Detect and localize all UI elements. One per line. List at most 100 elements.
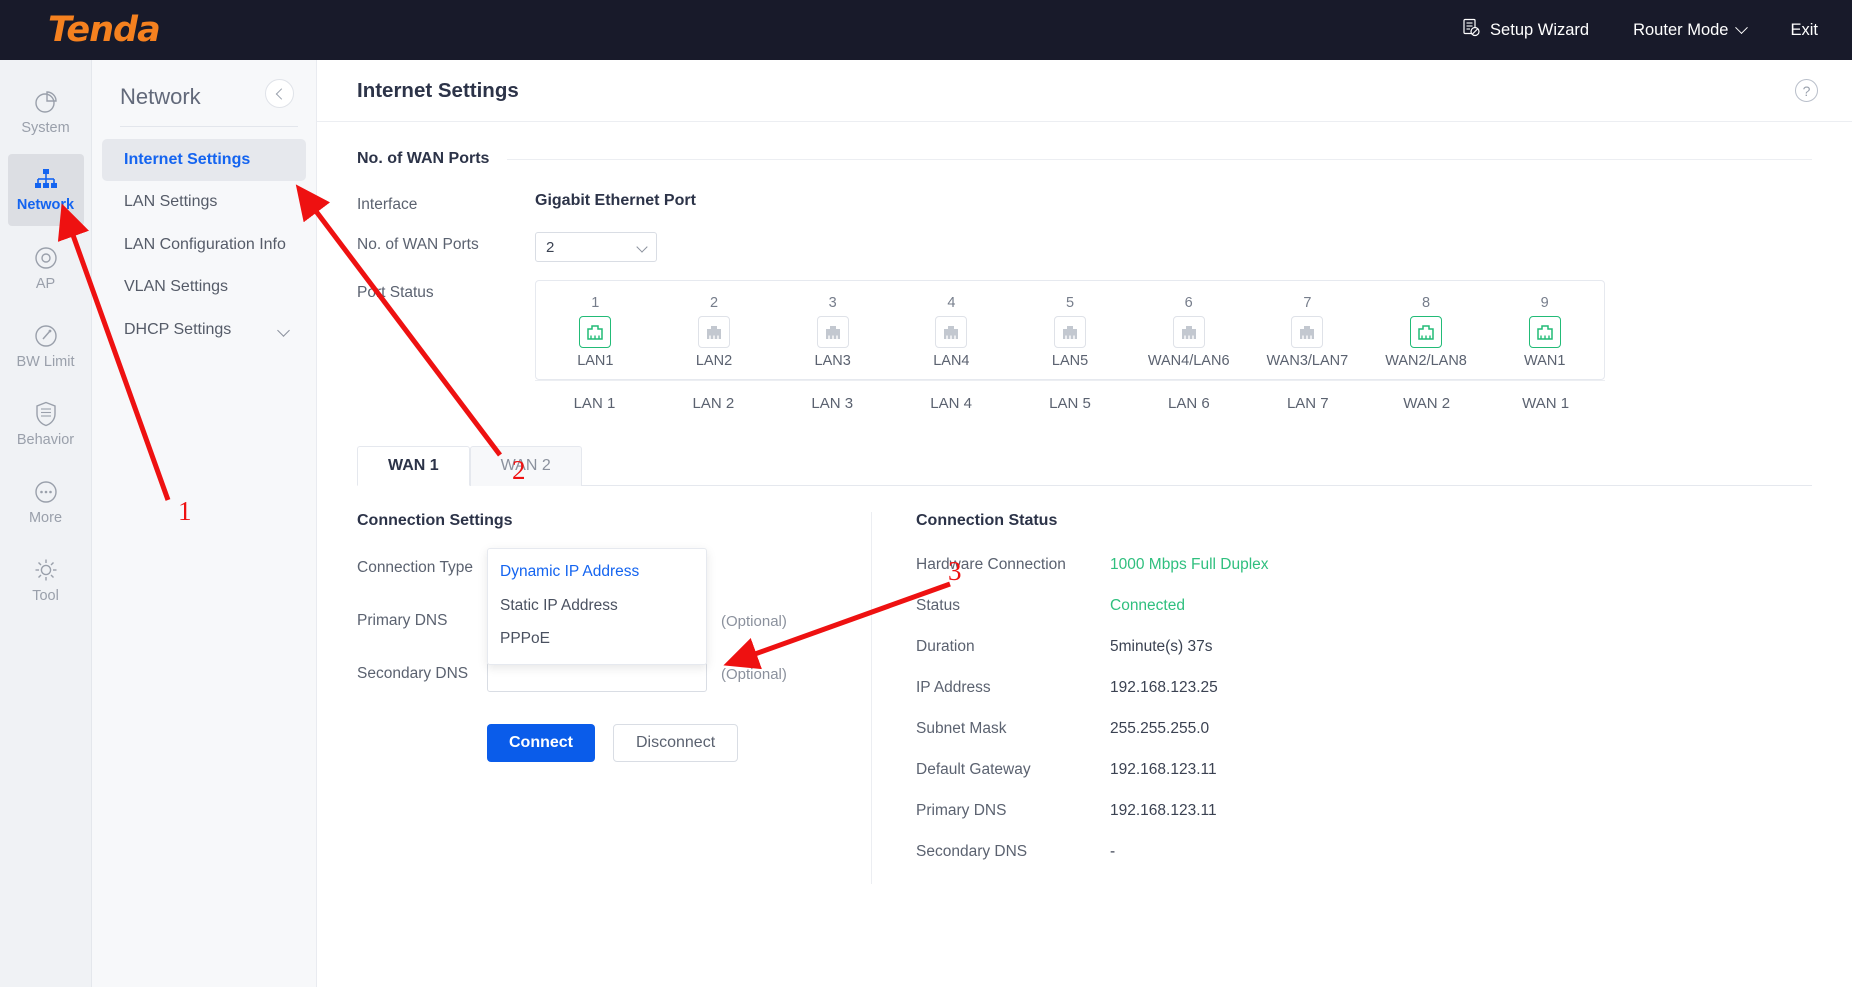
port-number: 2 bbox=[710, 295, 718, 311]
primary-dns-hint: (Optional) bbox=[721, 609, 787, 630]
wan-port-count-select[interactable]: 2 bbox=[535, 232, 657, 262]
subnav-label-internet-settings: Internet Settings bbox=[124, 151, 250, 168]
connection-type-dropdown-menu[interactable]: Dynamic IP Address Static IP Address PPP… bbox=[487, 548, 707, 665]
port-column[interactable]: 8 WAN2/LAN8 bbox=[1367, 295, 1486, 369]
port-column[interactable]: 5 LAN5 bbox=[1011, 295, 1130, 369]
port-number: 3 bbox=[829, 295, 837, 311]
port-status-label: Port Status bbox=[357, 280, 535, 302]
secondary-dns-hint: (Optional) bbox=[721, 662, 787, 683]
dropdown-option-static-ip[interactable]: Static IP Address bbox=[488, 589, 706, 623]
secondary-dns-input[interactable] bbox=[487, 662, 707, 692]
sidebar-label-bw-ap: AP bbox=[36, 276, 55, 292]
sidebar-label-more: More bbox=[29, 510, 62, 526]
port-role: LAN 4 bbox=[892, 381, 1011, 412]
status-label: Primary DNS bbox=[916, 802, 1110, 820]
annotation-marker-2: 2 bbox=[512, 455, 526, 486]
port-number: 8 bbox=[1422, 295, 1430, 311]
port-column[interactable]: 4 LAN4 bbox=[892, 295, 1011, 369]
sidebar-label-system: System bbox=[21, 120, 69, 136]
wan-detail-area: Connection Settings Connection Type Dyna… bbox=[357, 512, 1812, 884]
tab-wan-2-label: WAN 2 bbox=[501, 457, 551, 474]
status-label: Status bbox=[916, 597, 1110, 615]
port-column[interactable]: 2 LAN2 bbox=[655, 295, 774, 369]
port-role-footer: LAN 1 LAN 2 LAN 3 LAN 4 LAN 5 LAN 6 LAN … bbox=[535, 380, 1605, 412]
subnav-item-vlan-settings[interactable]: VLAN Settings bbox=[102, 266, 306, 308]
sidebar-item-behavior[interactable]: Behavior bbox=[8, 388, 84, 460]
sidebar-item-system[interactable]: System bbox=[8, 76, 84, 148]
router-mode-dropdown[interactable]: Router Mode bbox=[1633, 21, 1746, 40]
rj45-jack-icon bbox=[935, 316, 967, 348]
help-icon[interactable]: ? bbox=[1795, 79, 1818, 102]
status-label: Hardware Connection bbox=[916, 556, 1110, 574]
tab-wan-1[interactable]: WAN 1 bbox=[357, 446, 470, 486]
dropdown-option-pppoe[interactable]: PPPoE bbox=[488, 622, 706, 656]
status-row-status: Status Connected bbox=[916, 597, 1269, 615]
status-row-subnet-mask: Subnet Mask 255.255.255.0 bbox=[916, 720, 1269, 738]
rj45-jack-icon bbox=[1291, 316, 1323, 348]
port-column[interactable]: 9 WAN1 bbox=[1485, 295, 1604, 369]
subnav-item-lan-settings[interactable]: LAN Settings bbox=[102, 181, 306, 223]
wan-port-count-row: No. of WAN Ports 2 bbox=[357, 232, 1812, 262]
setup-wizard-label: Setup Wizard bbox=[1490, 21, 1589, 40]
port-number: 4 bbox=[947, 295, 955, 311]
port-role: LAN 1 bbox=[535, 381, 654, 412]
port-column[interactable]: 6 WAN4/LAN6 bbox=[1129, 295, 1248, 369]
exit-button[interactable]: Exit bbox=[1790, 21, 1818, 40]
wan-port-count-value: 2 bbox=[546, 239, 554, 256]
port-number: 6 bbox=[1185, 295, 1193, 311]
status-label: Duration bbox=[916, 638, 1110, 656]
status-row-duration: Duration 5minute(s) 37s bbox=[916, 638, 1269, 656]
sidebar-item-ap[interactable]: AP bbox=[8, 232, 84, 304]
shield-icon bbox=[34, 401, 58, 427]
disconnect-button[interactable]: Disconnect bbox=[613, 724, 738, 762]
status-value: 192.168.123.25 bbox=[1110, 679, 1218, 697]
connection-buttons: Connect Disconnect bbox=[487, 724, 857, 762]
subnav-label-vlan-settings: VLAN Settings bbox=[124, 278, 228, 295]
port-status-row: Port Status 1 LAN1 2 bbox=[357, 280, 1812, 412]
router-mode-label: Router Mode bbox=[1633, 21, 1728, 40]
status-value: - bbox=[1110, 843, 1115, 861]
port-label: LAN5 bbox=[1052, 353, 1088, 369]
status-label: IP Address bbox=[916, 679, 1110, 697]
port-column[interactable]: 7 WAN3/LAN7 bbox=[1248, 295, 1367, 369]
sidebar-label-tool: Tool bbox=[32, 588, 59, 604]
port-number: 1 bbox=[591, 295, 599, 311]
secondary-dns-row: Secondary DNS (Optional) bbox=[357, 662, 857, 692]
rj45-jack-icon bbox=[1410, 316, 1442, 348]
subnav-item-dhcp-settings[interactable]: DHCP Settings bbox=[102, 309, 306, 351]
rj45-jack-icon bbox=[1173, 316, 1205, 348]
sidebar-label-network: Network bbox=[17, 197, 74, 213]
rj45-jack-icon bbox=[698, 316, 730, 348]
access-point-icon bbox=[33, 245, 59, 271]
annotation-marker-1: 1 bbox=[178, 496, 192, 527]
port-column[interactable]: 1 LAN1 bbox=[536, 295, 655, 369]
setup-wizard-button[interactable]: Setup Wizard bbox=[1462, 18, 1589, 42]
chevron-down-icon bbox=[1736, 21, 1749, 34]
status-row-hardware-connection: Hardware Connection 1000 Mbps Full Duple… bbox=[916, 556, 1269, 574]
status-badge: Connected bbox=[1110, 597, 1185, 615]
gear-icon bbox=[33, 557, 59, 583]
primary-icon-sidebar: System Network bbox=[0, 60, 92, 987]
sidebar-item-tool[interactable]: Tool bbox=[8, 544, 84, 616]
port-status-wrap: 1 LAN1 2 LAN2 bbox=[535, 280, 1605, 412]
sidebar-item-more[interactable]: More bbox=[8, 466, 84, 538]
tab-wan-1-label: WAN 1 bbox=[388, 457, 439, 474]
port-label: LAN1 bbox=[577, 353, 613, 369]
sidebar-item-bw-limit[interactable]: BW Limit bbox=[8, 310, 84, 382]
pie-chart-icon bbox=[33, 89, 59, 115]
subnav-item-internet-settings[interactable]: Internet Settings bbox=[102, 139, 306, 181]
connection-settings-heading: Connection Settings bbox=[357, 512, 857, 530]
port-label: LAN3 bbox=[815, 353, 851, 369]
connect-button[interactable]: Connect bbox=[487, 724, 595, 762]
dropdown-option-dynamic-ip[interactable]: Dynamic IP Address bbox=[488, 555, 706, 589]
port-column[interactable]: 3 LAN3 bbox=[773, 295, 892, 369]
sidebar-item-network[interactable]: Network bbox=[8, 154, 84, 226]
subnav-item-lan-configuration-info[interactable]: LAN Configuration Info bbox=[102, 224, 306, 266]
status-row-ip-address: IP Address 192.168.123.25 bbox=[916, 679, 1269, 697]
collapse-sidebar-button[interactable] bbox=[265, 79, 294, 108]
tab-wan-2[interactable]: WAN 2 bbox=[470, 446, 582, 486]
top-header-bar: Tenda Setup Wizard Router Mode bbox=[0, 0, 1852, 60]
port-status-panel: 1 LAN1 2 LAN2 bbox=[535, 280, 1605, 380]
port-role: LAN 7 bbox=[1248, 381, 1367, 412]
secondary-nav-panel: Network Internet Settings LAN Settings L… bbox=[92, 60, 317, 987]
